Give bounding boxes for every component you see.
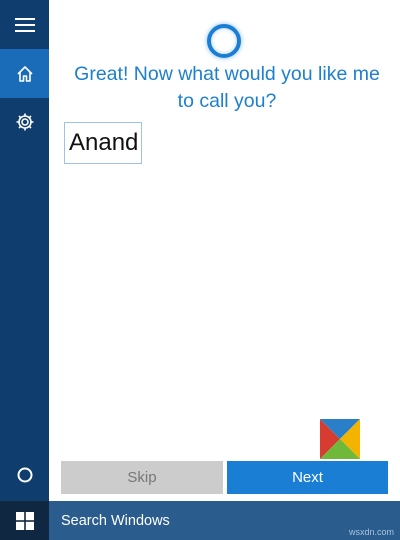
next-button[interactable]: Next [227,461,388,494]
name-input[interactable] [64,122,142,164]
search-box[interactable]: Search Windows [49,501,400,540]
skip-button[interactable]: Skip [61,461,223,494]
settings-button[interactable] [0,97,49,146]
hamburger-menu-icon [14,17,35,32]
search-placeholder: Search Windows [61,512,170,529]
setup-prompt: Great! Now what would you like me to cal… [74,63,380,112]
gear-icon [16,113,33,130]
home-button[interactable] [0,49,49,98]
watermark: wsxdn.com [348,527,394,537]
cortana-setup-panel: Great! Now what would you like me to cal… [49,0,400,501]
windows-store-logo-icon [320,419,360,459]
windows-logo-icon [15,511,34,530]
sidebar [0,0,49,501]
cortana-button[interactable] [0,450,49,499]
taskbar: Search Windows wsxdn.com [0,501,400,540]
cortana-circle-icon [17,467,32,482]
menu-button[interactable] [0,0,49,49]
cortana-ring-icon [207,24,241,58]
start-button[interactable] [0,501,49,540]
home-icon [16,65,33,82]
